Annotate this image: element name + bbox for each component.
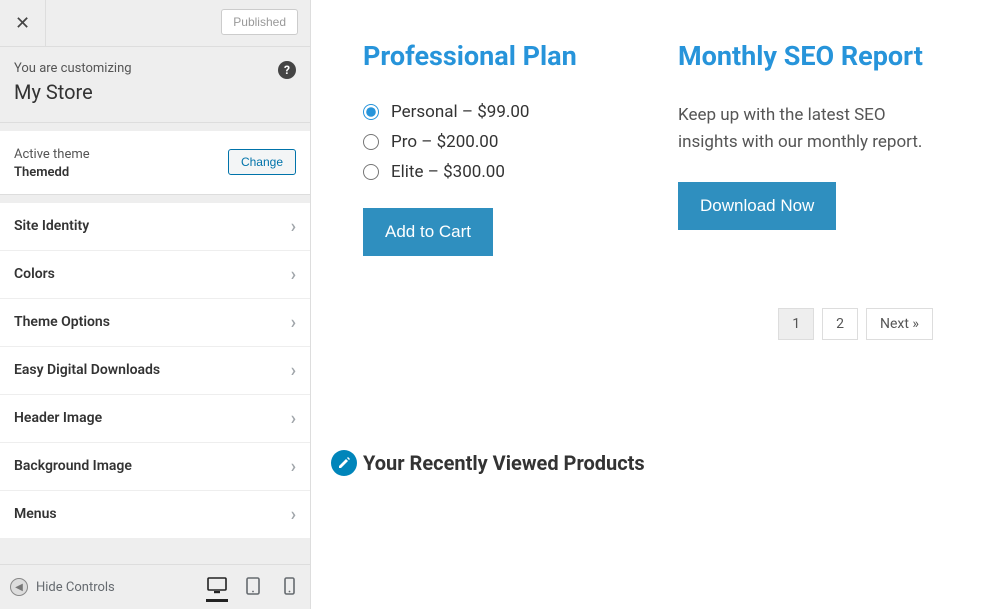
price-option-label: Personal – $99.00 xyxy=(391,102,529,122)
product-card-seo-report: Monthly SEO Report Keep up with the late… xyxy=(678,40,933,256)
add-to-cart-button[interactable]: Add to Cart xyxy=(363,208,493,256)
price-option[interactable]: Pro – $200.00 xyxy=(363,132,618,152)
chevron-right-icon: › xyxy=(291,312,296,333)
tablet-icon xyxy=(246,577,260,595)
price-options: Personal – $99.00 Pro – $200.00 Elite – … xyxy=(363,102,618,182)
price-option-label: Pro – $200.00 xyxy=(391,132,498,152)
menu-item-edd[interactable]: Easy Digital Downloads › xyxy=(0,347,310,395)
change-theme-button[interactable]: Change xyxy=(228,149,296,175)
price-radio[interactable] xyxy=(363,104,379,120)
device-desktop-button[interactable] xyxy=(206,572,228,602)
sidebar-header: ✕ Published xyxy=(0,0,310,47)
help-icon[interactable]: ? xyxy=(278,61,296,79)
device-mobile-button[interactable] xyxy=(278,572,300,602)
product-title[interactable]: Monthly SEO Report xyxy=(678,40,933,74)
page-2-button[interactable]: 2 xyxy=(822,308,858,340)
pencil-icon xyxy=(337,456,351,470)
price-option[interactable]: Elite – $300.00 xyxy=(363,162,618,182)
product-title[interactable]: Professional Plan xyxy=(363,40,618,74)
menu-item-label: Background Image xyxy=(14,458,132,474)
customizer-sidebar: ✕ Published You are customizing My Store… xyxy=(0,0,311,609)
chevron-right-icon: › xyxy=(291,456,296,477)
menu-item-colors[interactable]: Colors › xyxy=(0,251,310,299)
chevron-right-icon: › xyxy=(291,504,296,525)
edit-shortcut-button[interactable] xyxy=(331,450,357,476)
menu-item-label: Colors xyxy=(14,266,55,282)
chevron-right-icon: › xyxy=(291,264,296,285)
download-now-button[interactable]: Download Now xyxy=(678,182,836,230)
menu-item-background-image[interactable]: Background Image › xyxy=(0,443,310,491)
menu-item-label: Header Image xyxy=(14,410,102,426)
price-option-label: Elite – $300.00 xyxy=(391,162,505,182)
preview-pane: Professional Plan Personal – $99.00 Pro … xyxy=(311,0,985,609)
menu-item-label: Easy Digital Downloads xyxy=(14,362,160,378)
menu-item-site-identity[interactable]: Site Identity › xyxy=(0,203,310,251)
chevron-right-icon: › xyxy=(291,216,296,237)
menu-item-label: Theme Options xyxy=(14,314,110,330)
close-button[interactable]: ✕ xyxy=(0,0,46,46)
menu-item-menus[interactable]: Menus › xyxy=(0,491,310,539)
menu-item-label: Menus xyxy=(14,506,57,522)
theme-name: Themedd xyxy=(14,165,90,180)
menu-item-label: Site Identity xyxy=(14,218,89,234)
mobile-icon xyxy=(284,577,295,595)
site-info-block: You are customizing My Store ? xyxy=(0,47,310,123)
site-title: My Store xyxy=(14,80,296,104)
menu-item-header-image[interactable]: Header Image › xyxy=(0,395,310,443)
product-card-professional-plan: Professional Plan Personal – $99.00 Pro … xyxy=(363,40,618,256)
active-theme-label: Active theme xyxy=(14,145,90,165)
customizing-label: You are customizing xyxy=(14,61,296,76)
desktop-icon xyxy=(207,577,227,594)
close-icon: ✕ xyxy=(15,13,30,34)
collapse-icon: ◀ xyxy=(10,578,28,596)
recent-products-section: Your Recently Viewed Products xyxy=(363,450,933,476)
customizer-menu: Site Identity › Colors › Theme Options ›… xyxy=(0,203,310,539)
menu-item-theme-options[interactable]: Theme Options › xyxy=(0,299,310,347)
price-radio[interactable] xyxy=(363,134,379,150)
page-next-button[interactable]: Next » xyxy=(866,308,933,340)
hide-controls-label: Hide Controls xyxy=(36,580,115,595)
chevron-right-icon: › xyxy=(291,408,296,429)
pagination: 1 2 Next » xyxy=(363,308,933,340)
theme-block: Active theme Themedd Change xyxy=(0,131,310,195)
recent-products-heading: Your Recently Viewed Products xyxy=(363,451,645,475)
sidebar-footer: ◀ Hide Controls xyxy=(0,564,310,609)
page-1-button[interactable]: 1 xyxy=(778,308,814,340)
product-description: Keep up with the latest SEO insights wit… xyxy=(678,102,933,156)
device-tablet-button[interactable] xyxy=(242,572,264,602)
publish-status-button[interactable]: Published xyxy=(221,9,298,35)
hide-controls-button[interactable]: ◀ Hide Controls xyxy=(10,578,115,596)
chevron-right-icon: › xyxy=(291,360,296,381)
price-radio[interactable] xyxy=(363,164,379,180)
price-option[interactable]: Personal – $99.00 xyxy=(363,102,618,122)
